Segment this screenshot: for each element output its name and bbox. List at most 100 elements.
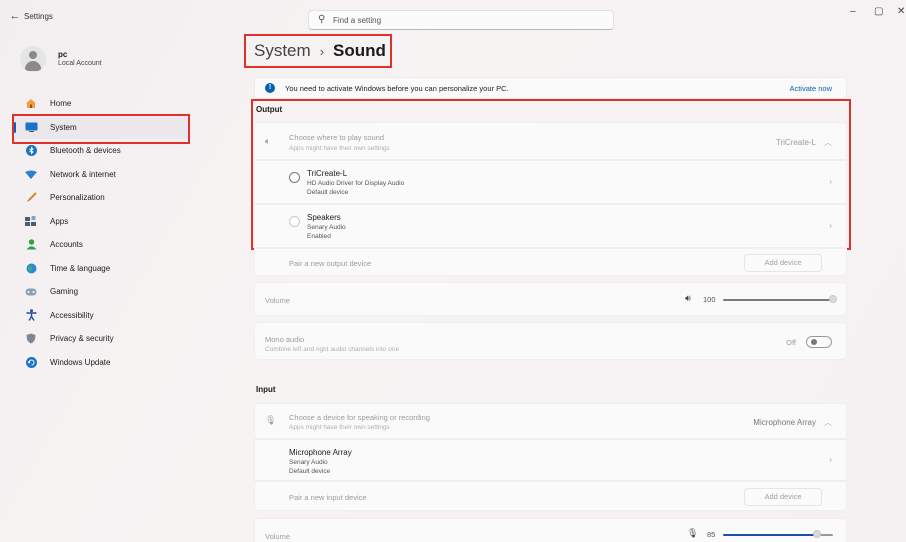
output-volume-row: Volume 🔊︎ 100 — [254, 282, 847, 316]
minimize-button[interactable]: – — [850, 6, 856, 17]
sidebar-item-label: Gaming — [50, 287, 79, 297]
search-icon: ⚲ — [318, 14, 326, 25]
output-device-radio[interactable] — [289, 216, 300, 227]
pair-input-device-row: Pair a new input device Add device — [254, 481, 847, 511]
sidebar-nav: Home System Bluetooth & devices Network … — [12, 92, 188, 374]
sidebar-item-label: System — [50, 122, 77, 132]
pair-input-label: Pair a new input device — [289, 493, 367, 502]
update-icon — [24, 356, 38, 368]
sidebar-item-accounts[interactable]: Accounts — [12, 233, 188, 257]
input-device-chooser[interactable]: 🎙︎ Choose a device for speaking or recor… — [254, 403, 847, 439]
output-volume-label: Volume — [265, 296, 291, 305]
output-selected-device: TriCreate-L — [775, 138, 816, 147]
sidebar-item-accessibility[interactable]: Accessibility — [12, 304, 188, 328]
chevron-right-icon[interactable]: › — [829, 455, 832, 464]
add-input-device-button[interactable]: Add device — [744, 488, 822, 506]
user-profile[interactable]: pc Local Account — [20, 46, 220, 74]
pair-output-device-row: Pair a new output device Add device — [254, 248, 847, 276]
system-icon — [24, 121, 38, 133]
sidebar-item-label: Privacy & security — [50, 334, 114, 344]
sidebar-item-time-language[interactable]: Time & language — [12, 257, 188, 281]
activate-now-link[interactable]: Activate now — [789, 84, 832, 93]
input-volume-thumb[interactable] — [812, 530, 821, 538]
sidebar-item-personalization[interactable]: Personalization — [12, 186, 188, 210]
output-device-chooser[interactable]: 🔈︎ Choose where to play sound Apps might… — [254, 122, 847, 160]
output-volume-thumb[interactable] — [829, 295, 837, 303]
output-device-name: Speakers — [307, 213, 341, 222]
sidebar-item-privacy[interactable]: Privacy & security — [12, 327, 188, 351]
sidebar-item-label: Bluetooth & devices — [50, 146, 121, 156]
output-volume-slider[interactable] — [723, 299, 833, 301]
sidebar-item-gaming[interactable]: Gaming — [12, 280, 188, 304]
output-device-row[interactable]: Speakers Senary Audio Enabled › — [254, 204, 847, 248]
output-device-status: Enabled — [307, 233, 331, 240]
page-title: Sound — [333, 41, 386, 60]
input-volume-value: 85 — [707, 530, 716, 539]
back-arrow-icon[interactable]: ← — [8, 10, 22, 22]
brush-icon — [24, 192, 38, 204]
speaker-volume-icon[interactable]: 🔊︎ — [685, 293, 691, 304]
title-bar: ← Settings ⚲ – ▢ ✕ — [0, 0, 906, 34]
restore-button[interactable]: ▢ — [874, 6, 883, 17]
search-input[interactable] — [333, 14, 603, 27]
sidebar-item-system[interactable]: System — [12, 115, 188, 139]
input-device-driver: Senary Audio — [289, 459, 328, 466]
breadcrumb: System › Sound — [254, 37, 386, 65]
input-volume-label: Volume — [265, 532, 291, 541]
input-selected-device: Microphone Array — [753, 418, 816, 427]
sidebar-item-label: Home — [50, 99, 72, 109]
sidebar-item-label: Apps — [50, 216, 69, 226]
accounts-icon — [24, 239, 38, 251]
output-device-driver: Senary Audio — [307, 224, 346, 231]
input-chooser-title: Choose a device for speaking or recordin… — [289, 413, 430, 422]
output-chooser-subtitle: Apps might have their own settings — [289, 145, 390, 152]
output-chooser-title: Choose where to play sound — [289, 133, 385, 142]
user-name: pc — [58, 50, 68, 59]
apps-icon — [24, 215, 38, 227]
mono-audio-subtitle: Combine left and right audio channels in… — [265, 346, 400, 353]
close-button[interactable]: ✕ — [897, 6, 905, 17]
chevron-right-icon[interactable]: › — [829, 177, 832, 186]
input-device-status: Default device — [289, 468, 331, 475]
input-device-name: Microphone Array — [289, 448, 352, 457]
globe-icon — [24, 262, 38, 274]
sidebar-item-label: Accounts — [50, 240, 83, 250]
mono-audio-row: Mono audio Combine left and right audio … — [254, 322, 847, 360]
shield-icon — [24, 333, 38, 345]
home-icon — [24, 98, 38, 110]
add-output-device-button[interactable]: Add device — [744, 254, 822, 272]
accessibility-icon — [24, 309, 38, 322]
sidebar-item-windows-update[interactable]: Windows Update — [12, 351, 188, 375]
sidebar-item-apps[interactable]: Apps — [12, 210, 188, 234]
mono-audio-title: Mono audio — [265, 335, 305, 344]
chevron-right-icon[interactable]: › — [829, 221, 832, 230]
breadcrumb-separator: › — [319, 43, 325, 59]
sidebar-item-label: Personalization — [50, 193, 105, 203]
sidebar-item-network[interactable]: Network & internet — [12, 163, 188, 187]
input-device-row[interactable]: Microphone Array Senary Audio Default de… — [254, 439, 847, 481]
banner-message: You need to activate Windows before you … — [285, 84, 509, 93]
pair-output-label: Pair a new output device — [289, 259, 372, 268]
output-device-driver: HD Audio Driver for Display Audio — [307, 180, 405, 187]
mono-audio-state: Off — [786, 338, 796, 347]
sidebar-item-bluetooth[interactable]: Bluetooth & devices — [12, 139, 188, 163]
output-device-name: TriCreate-L — [307, 169, 348, 178]
input-section-label: Input — [256, 385, 276, 394]
gamepad-icon — [24, 286, 38, 298]
microphone-volume-icon[interactable]: 🎙︎ — [687, 528, 698, 539]
mono-audio-toggle[interactable] — [806, 336, 832, 348]
output-volume-value: 100 — [703, 295, 716, 304]
network-icon — [24, 168, 38, 180]
search-box[interactable]: ⚲ — [308, 10, 614, 30]
microphone-icon: 🎙︎ — [265, 415, 277, 425]
output-device-row[interactable]: TriCreate-L HD Audio Driver for Display … — [254, 160, 847, 204]
sidebar-item-home[interactable]: Home — [12, 92, 188, 116]
account-type: Local Account — [58, 60, 102, 67]
chevron-up-icon[interactable]: ︿ — [824, 137, 832, 148]
avatar — [20, 46, 46, 72]
input-volume-row: Volume 🎙︎ 85 — [254, 518, 847, 542]
chevron-up-icon[interactable]: ︿ — [824, 417, 832, 428]
input-chooser-subtitle: Apps might have their own settings — [289, 424, 390, 431]
output-device-radio[interactable] — [289, 172, 300, 183]
breadcrumb-parent[interactable]: System — [254, 41, 311, 61]
